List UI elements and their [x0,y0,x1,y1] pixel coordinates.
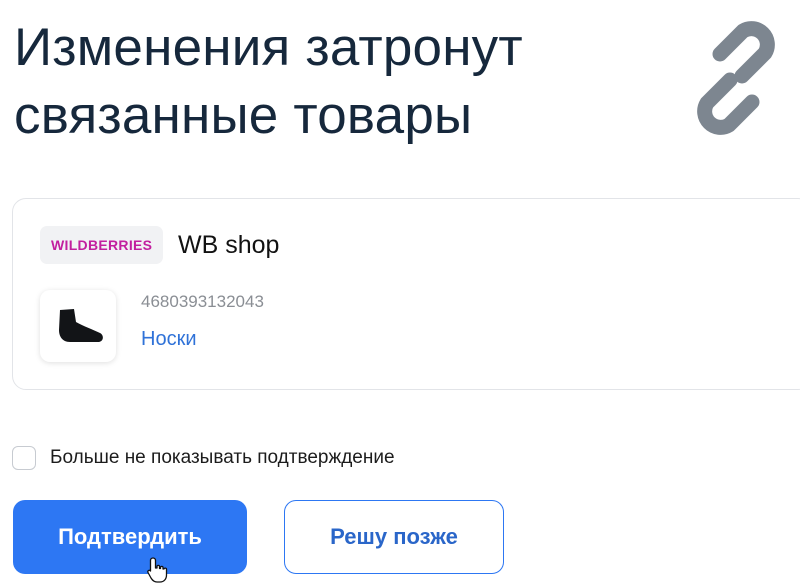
product-name-link[interactable]: Носки [141,328,197,351]
product-barcode: 4680393132043 [141,292,264,311]
shop-name: WB shop [178,231,280,259]
decide-later-button[interactable]: Решу позже [284,500,504,574]
dont-show-again-checkbox[interactable] [12,446,36,470]
marketplace-badge-label: WILDBERRIES [51,237,153,253]
dont-show-again-label[interactable]: Больше не показывать подтверждение [50,447,395,469]
dialog-title-line-1: Изменения затронут [14,18,523,77]
marketplace-badge: WILDBERRIES [40,226,164,264]
dialog-title: Изменения затронут связанные товары [14,14,523,150]
confirm-button[interactable]: Подтвердить [13,500,247,574]
product-thumbnail [40,290,116,362]
hand-cursor-icon [147,557,168,583]
sock-icon [59,309,103,342]
link-icon [697,21,775,135]
dialog-title-line-2: связанные товары [14,86,473,145]
dont-show-again-row[interactable]: Больше не показывать подтверждение [12,446,395,470]
